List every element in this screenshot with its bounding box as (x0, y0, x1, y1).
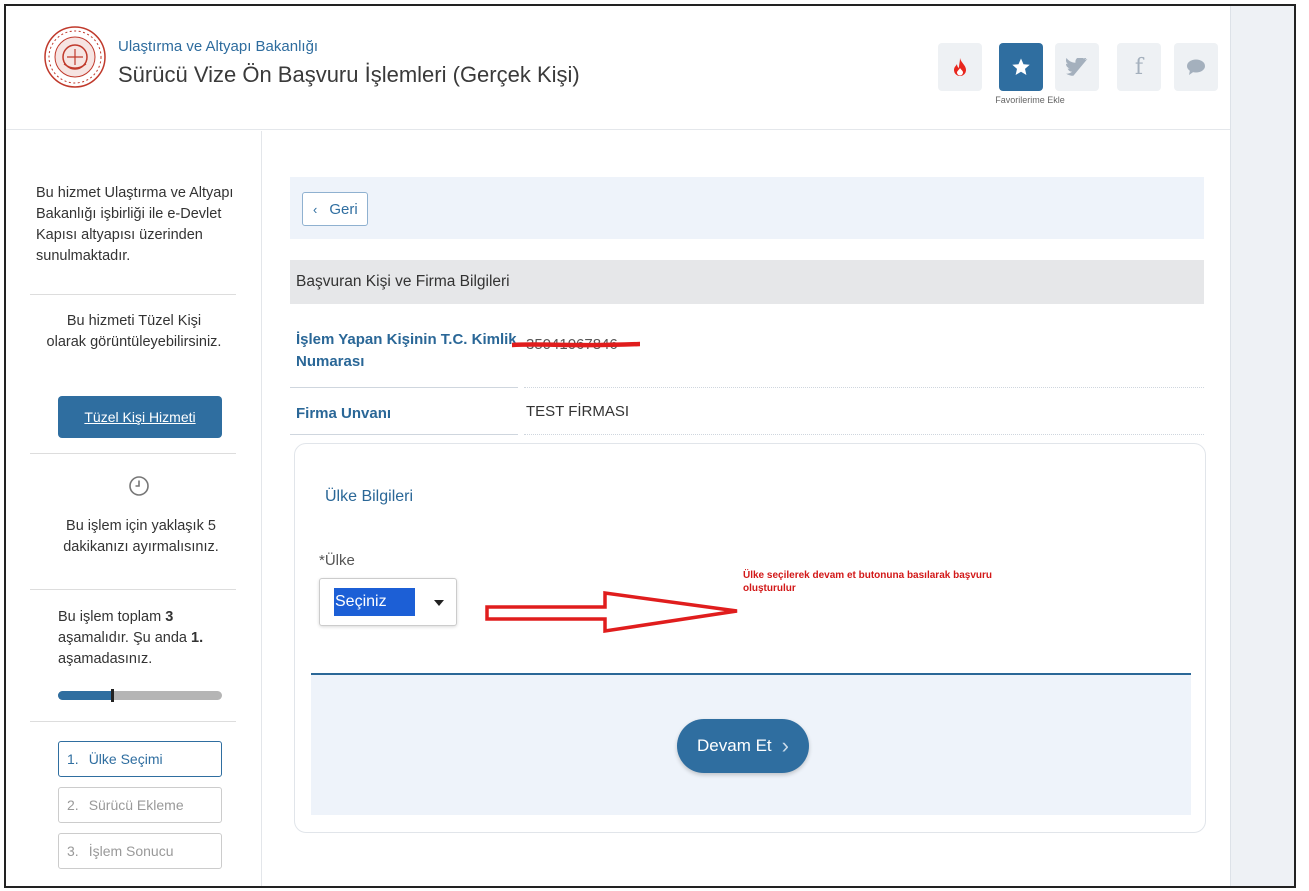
header: Ulaştırma ve Altyapı Bakanlığı Sürücü Vi… (6, 6, 1230, 130)
page-frame: Ulaştırma ve Altyapı Bakanlığı Sürücü Vi… (4, 4, 1296, 888)
facebook-icon: f (1134, 54, 1144, 80)
star-icon (1012, 58, 1030, 75)
step-label: Ülke Seçimi (88, 751, 163, 767)
current-step: 1. (191, 630, 204, 646)
ulke-section-title: Ülke Bilgileri (325, 488, 414, 505)
firma-label: Firma Unvanı (296, 405, 392, 422)
step-number: 2. (67, 797, 79, 813)
progress-bar (58, 691, 222, 700)
favorites-label: Favorilerime Ekle (995, 95, 1065, 105)
ministry-logo (44, 26, 106, 88)
row-line (290, 434, 518, 435)
redaction-mark (512, 341, 640, 348)
progress-bar-fill (58, 691, 113, 700)
annotation-arrow (485, 590, 738, 634)
step-islem-sonucu: 3. İşlem Sonucu (58, 833, 222, 869)
back-bar: ‹ Geri (290, 177, 1204, 239)
chevron-right-icon: › (781, 733, 789, 758)
divider (30, 453, 236, 454)
total-steps: 3 (165, 609, 174, 625)
annotation-text: Ülke seçilerek devam et butonuna basılar… (743, 570, 992, 594)
tuzel-info-text: Bu hizmeti Tüzel Kişi olarak görüntüleye… (46, 313, 222, 350)
row-line (290, 387, 518, 388)
step-ulke-secimi[interactable]: 1. Ülke Seçimi (58, 741, 222, 777)
twitter-icon (1066, 58, 1088, 76)
caret-down-icon (434, 600, 444, 606)
favorites-button[interactable] (999, 43, 1043, 91)
row-line (524, 434, 1204, 435)
tc-label: İşlem Yapan Kişinin T.C. Kimlik Numarası (296, 331, 517, 370)
service-title: Sürücü Vize Ön Başvuru İşlemleri (Gerçek… (118, 62, 580, 87)
comment-icon (1187, 59, 1205, 75)
service-info-text: Bu hizmet Ulaştırma ve Altyapı Bakanlığı… (36, 185, 234, 264)
twitter-button[interactable] (1055, 43, 1099, 91)
devam-et-button[interactable]: Devam Et › (677, 719, 809, 773)
back-label: Geri (329, 200, 358, 218)
divider (30, 294, 236, 295)
popular-button[interactable] (938, 43, 982, 91)
step-number: 1. (67, 751, 79, 767)
devam-label: Devam Et (697, 736, 772, 755)
ulke-selected-value: Seçiniz (334, 588, 415, 616)
firma-value: TEST FİRMASI (526, 403, 630, 420)
ulke-selected-text: Seçiniz (335, 593, 387, 610)
ulke-card: Ülke Bilgileri *Ülke Seçiniz Ülke seçile… (294, 443, 1206, 833)
row-line (524, 387, 1204, 388)
step-number: 3. (67, 843, 79, 859)
divider (30, 721, 236, 722)
tuzel-kisi-button[interactable]: Tüzel Kişi Hizmeti (58, 396, 222, 438)
comment-button[interactable] (1174, 43, 1218, 91)
progress-prefix: Bu işlem toplam (58, 609, 166, 625)
step-surucu-ekleme: 2. Sürücü Ekleme (58, 787, 222, 823)
progress-marker (111, 689, 114, 702)
right-gutter (1230, 6, 1294, 886)
ulke-select[interactable]: Seçiniz (319, 578, 457, 626)
tc-value: 35041067846 (512, 336, 640, 353)
divider (30, 589, 236, 590)
step-label: İşlem Sonucu (88, 843, 174, 859)
ministry-name[interactable]: Ulaştırma ve Altyapı Bakanlığı (118, 38, 318, 55)
progress-text: Bu işlem toplam 3 aşamalıdır. Şu anda 1.… (58, 607, 238, 670)
clock-icon (129, 476, 149, 496)
section-header: Başvuran Kişi ve Firma Bilgileri (290, 260, 1204, 304)
flame-icon (954, 58, 966, 76)
progress-mid: aşamalıdır. Şu anda (58, 630, 191, 646)
time-estimate-text: Bu işlem için yaklaşık 5 dakikanızı ayır… (63, 518, 219, 555)
step-label: Sürücü Ekleme (88, 797, 184, 813)
chevron-left-icon: ‹ (313, 201, 318, 217)
progress-suffix: aşamadasınız. (58, 651, 153, 667)
back-button[interactable]: ‹ Geri (302, 192, 368, 226)
card-footer: Devam Et › (311, 675, 1191, 815)
ulke-label: *Ülke (319, 552, 355, 569)
sidebar: Bu hizmet Ulaştırma ve Altyapı Bakanlığı… (6, 131, 262, 886)
facebook-button[interactable]: f (1117, 43, 1161, 91)
